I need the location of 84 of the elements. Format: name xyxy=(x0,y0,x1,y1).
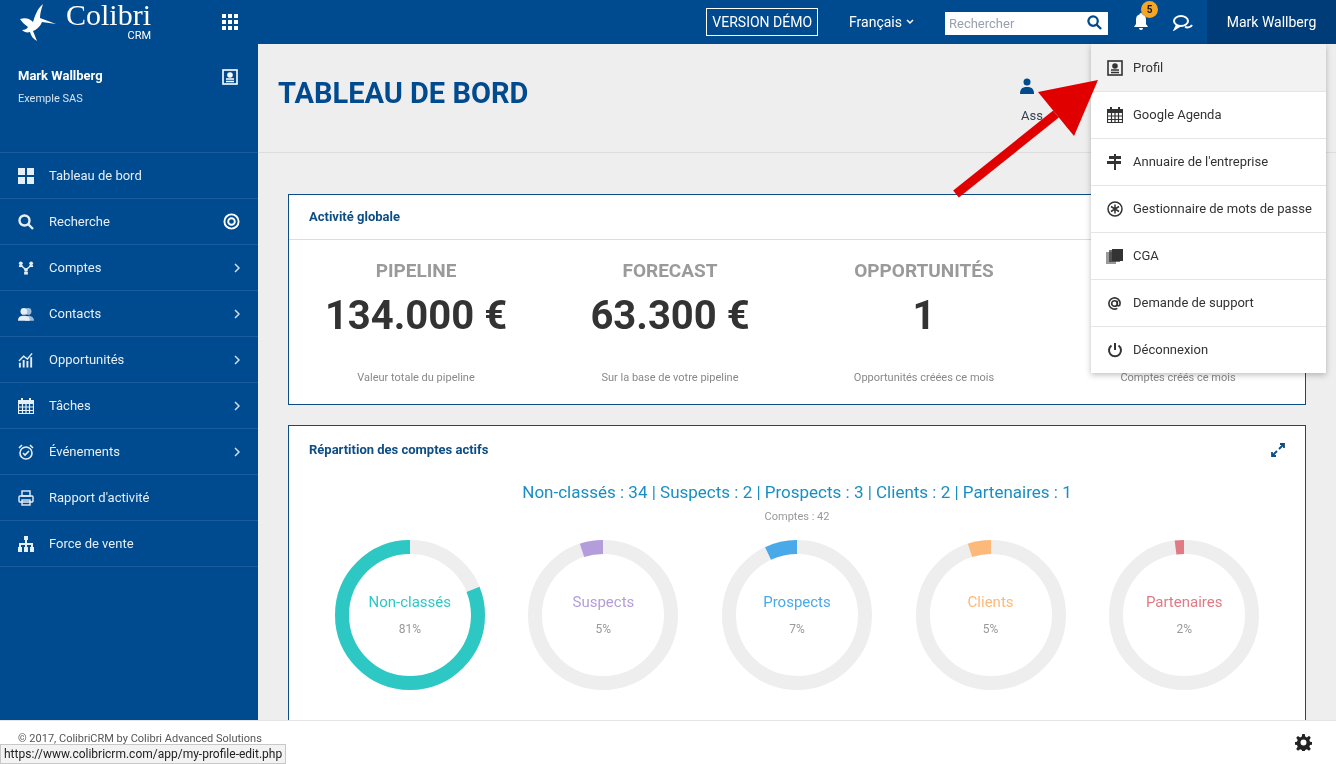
search-icon xyxy=(18,213,34,230)
card-title: Activité globale xyxy=(309,208,400,227)
profile-card-icon[interactable] xyxy=(222,69,238,85)
hummingbird-logo-icon xyxy=(18,3,58,41)
kpi-value: 63.300 € xyxy=(590,291,750,341)
people-network-icon xyxy=(18,260,34,275)
menu-item[interactable]: Google Agenda xyxy=(1091,91,1326,138)
assign-link-text[interactable]: Ass xyxy=(1021,106,1043,126)
card-title: Répartition des comptes actifs xyxy=(309,441,489,459)
documents-icon xyxy=(1106,248,1123,264)
accounts-summary: Non-classés : 34 | Suspects : 2 | Prospects : 3 | Clients : 2 | Partenaires : 1 xyxy=(522,480,1072,504)
menu-item[interactable]: Demande de support xyxy=(1091,279,1326,326)
sidebar-item[interactable]: Opportunités xyxy=(0,337,258,383)
chevron-down-icon xyxy=(906,19,914,25)
donut-label: Non-classés xyxy=(368,592,452,614)
chevron-right-icon xyxy=(234,262,240,273)
donut-percent: 2% xyxy=(1176,620,1192,638)
at-sign-icon xyxy=(1107,295,1122,311)
donut-label: Suspects xyxy=(572,592,635,614)
asterisk-icon xyxy=(1106,201,1123,217)
signpost-icon xyxy=(1106,154,1123,170)
kpi-caption: Sur la base de votre pipeline xyxy=(601,370,739,386)
kpi-title: PIPELINE xyxy=(375,258,457,281)
contacts-icon xyxy=(18,305,34,322)
settings-icon[interactable] xyxy=(1295,734,1312,751)
power-icon xyxy=(1106,342,1123,358)
search-icon[interactable] xyxy=(1087,14,1102,30)
brand-name: Colibri xyxy=(66,0,151,30)
donut-percent: 81% xyxy=(398,620,421,638)
notification-count-badge: 5 xyxy=(1141,1,1158,18)
sidebar-item[interactable]: Tableau de bord xyxy=(0,153,258,199)
profile-card-icon xyxy=(1106,59,1123,76)
chevron-right-icon xyxy=(234,446,240,457)
donut-label: Prospects xyxy=(763,592,831,614)
calendar-icon xyxy=(1106,107,1123,123)
donut-percent: 5% xyxy=(982,620,999,638)
menu-item[interactable]: CGA xyxy=(1091,232,1326,279)
apps-grid-icon[interactable] xyxy=(222,14,238,30)
kpi-caption: Valeur totale du pipeline xyxy=(357,370,475,386)
sidebar-item[interactable]: Comptes xyxy=(0,245,258,291)
chevron-right-icon xyxy=(234,354,240,365)
sidebar-item[interactable]: Force de vente xyxy=(0,521,258,567)
alarm-clock-icon xyxy=(18,443,34,460)
sidebar-item[interactable]: Recherche xyxy=(0,199,258,245)
menu-item[interactable]: Profil xyxy=(1091,44,1326,91)
kpi-title: FORECAST xyxy=(622,258,718,281)
kpi-value: 134.000 € xyxy=(324,291,508,341)
sidebar-company-name: Exemple SAS xyxy=(18,90,84,107)
sidebar-user-name: Mark Wallberg xyxy=(18,67,103,85)
menu-item[interactable]: Annuaire de l'entreprise xyxy=(1091,138,1326,185)
expand-icon[interactable] xyxy=(1271,442,1285,457)
donut-label: Partenaires xyxy=(1145,592,1223,614)
sidebar-item[interactable]: Rapport d'activité xyxy=(0,475,258,521)
chevron-right-icon xyxy=(234,308,240,319)
growth-chart-icon xyxy=(18,351,34,368)
sidebar-item[interactable]: Événements xyxy=(0,429,258,475)
kpi-value: 1 xyxy=(912,291,936,341)
language-dropdown[interactable]: Français xyxy=(849,11,914,33)
kpi-caption: Opportunités créées ce mois xyxy=(853,370,995,386)
sidebar-item[interactable]: Tâches xyxy=(0,383,258,429)
search-field[interactable]: Rechercher xyxy=(945,11,1108,35)
demo-version-button[interactable]: VERSION DÉMO xyxy=(706,8,819,36)
status-bar-url: https://www.colibricrm.com/app/my-profile-edit.php xyxy=(0,744,287,764)
accounts-total: Comptes : 42 xyxy=(764,509,830,525)
chevron-right-icon xyxy=(234,400,240,411)
page-title: TABLEAU DE BORD xyxy=(278,75,529,113)
kpi-caption: Comptes créés ce mois xyxy=(1120,370,1236,386)
menu-item[interactable]: Déconnexion xyxy=(1091,326,1326,373)
dashboard-icon xyxy=(18,167,34,184)
calendar-icon xyxy=(18,397,34,414)
org-chart-icon xyxy=(18,535,34,552)
sidebar-item[interactable]: Contacts xyxy=(0,291,258,337)
donut-percent: 5% xyxy=(595,620,612,638)
menu-item[interactable]: Gestionnaire de mots de passe xyxy=(1091,185,1326,232)
donut-percent: 7% xyxy=(789,620,805,638)
kpi-title: OPPORTUNITÉS xyxy=(854,258,994,281)
target-icon[interactable] xyxy=(223,213,240,230)
donut-label: Clients xyxy=(967,592,1014,614)
user-menu-button[interactable]: Mark Wallberg xyxy=(1207,0,1336,44)
printer-icon xyxy=(18,489,34,506)
brand-subtitle: CRM xyxy=(127,29,151,41)
user-icon[interactable] xyxy=(1020,78,1034,94)
chat-bubbles-icon[interactable] xyxy=(1173,13,1193,31)
bell-icon[interactable] xyxy=(1133,13,1149,31)
